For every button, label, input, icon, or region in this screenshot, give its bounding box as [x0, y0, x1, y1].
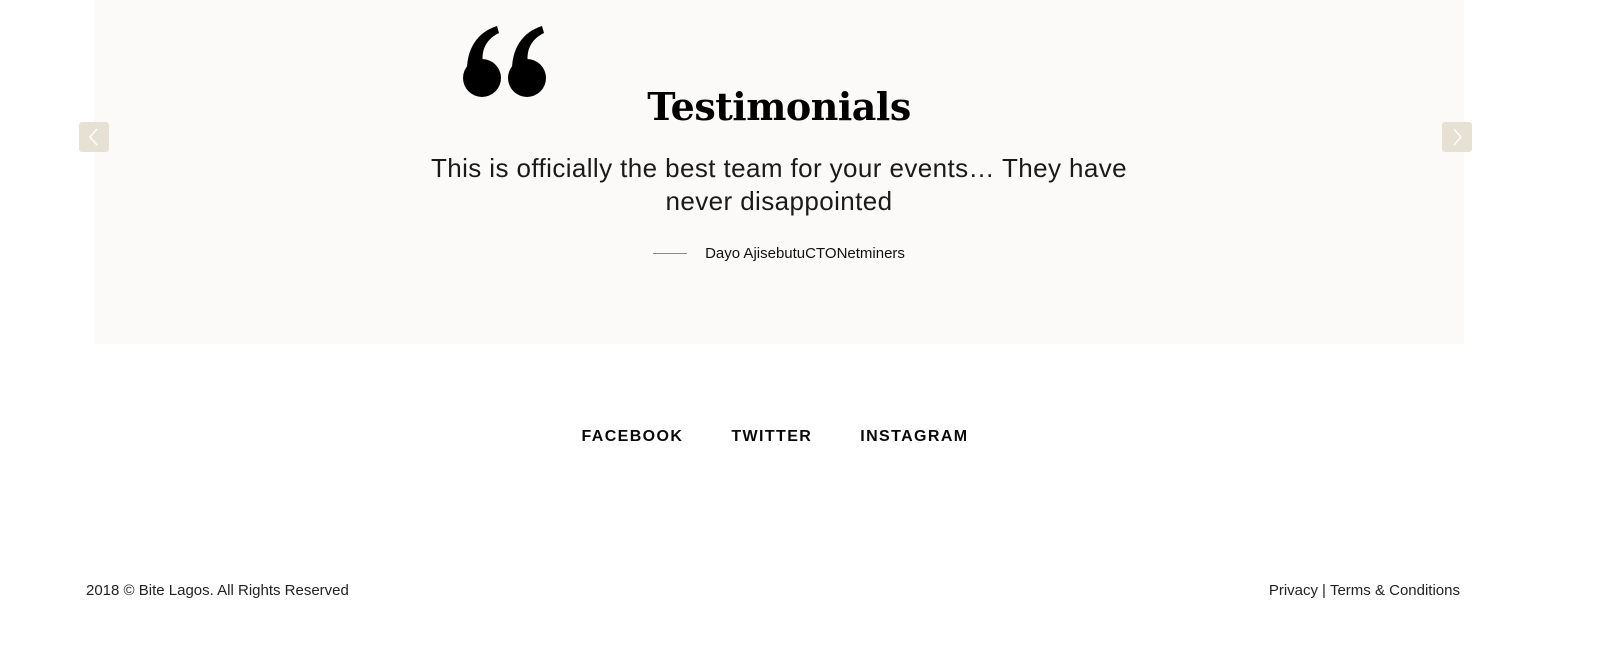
author-company: Netminers [836, 245, 905, 262]
social-links: FACEBOOK TWITTER INSTAGRAM [0, 428, 1550, 446]
chevron-left-icon [89, 128, 98, 146]
section-title: Testimonials [647, 83, 911, 129]
author-name: Dayo Ajisebutu [705, 245, 806, 262]
copyright-text: 2018 © Bite Lagos. All Rights Reserved [86, 582, 349, 599]
footer-separator: | [1322, 582, 1326, 599]
terms-link[interactable]: Terms & Conditions [1330, 582, 1460, 599]
testimonial-author: Dayo Ajisebutu CTO Netminers [94, 245, 1464, 262]
page: Testimonials This is officially the best… [0, 0, 1620, 651]
next-testimonial-button[interactable] [1442, 122, 1472, 152]
chevron-right-icon [1453, 128, 1462, 146]
twitter-link[interactable]: TWITTER [731, 428, 812, 446]
testimonial-quote: This is officially the best team for you… [430, 153, 1128, 216]
footer-legal-links: Privacy | Terms & Conditions [1269, 582, 1460, 599]
instagram-link[interactable]: INSTAGRAM [860, 428, 968, 446]
previous-testimonial-button[interactable] [79, 122, 109, 152]
testimonial-section: Testimonials This is officially the best… [94, 0, 1464, 344]
facebook-link[interactable]: FACEBOOK [581, 428, 683, 446]
privacy-link[interactable]: Privacy [1269, 582, 1318, 599]
author-divider [653, 253, 688, 254]
author-title: CTO [805, 245, 837, 262]
